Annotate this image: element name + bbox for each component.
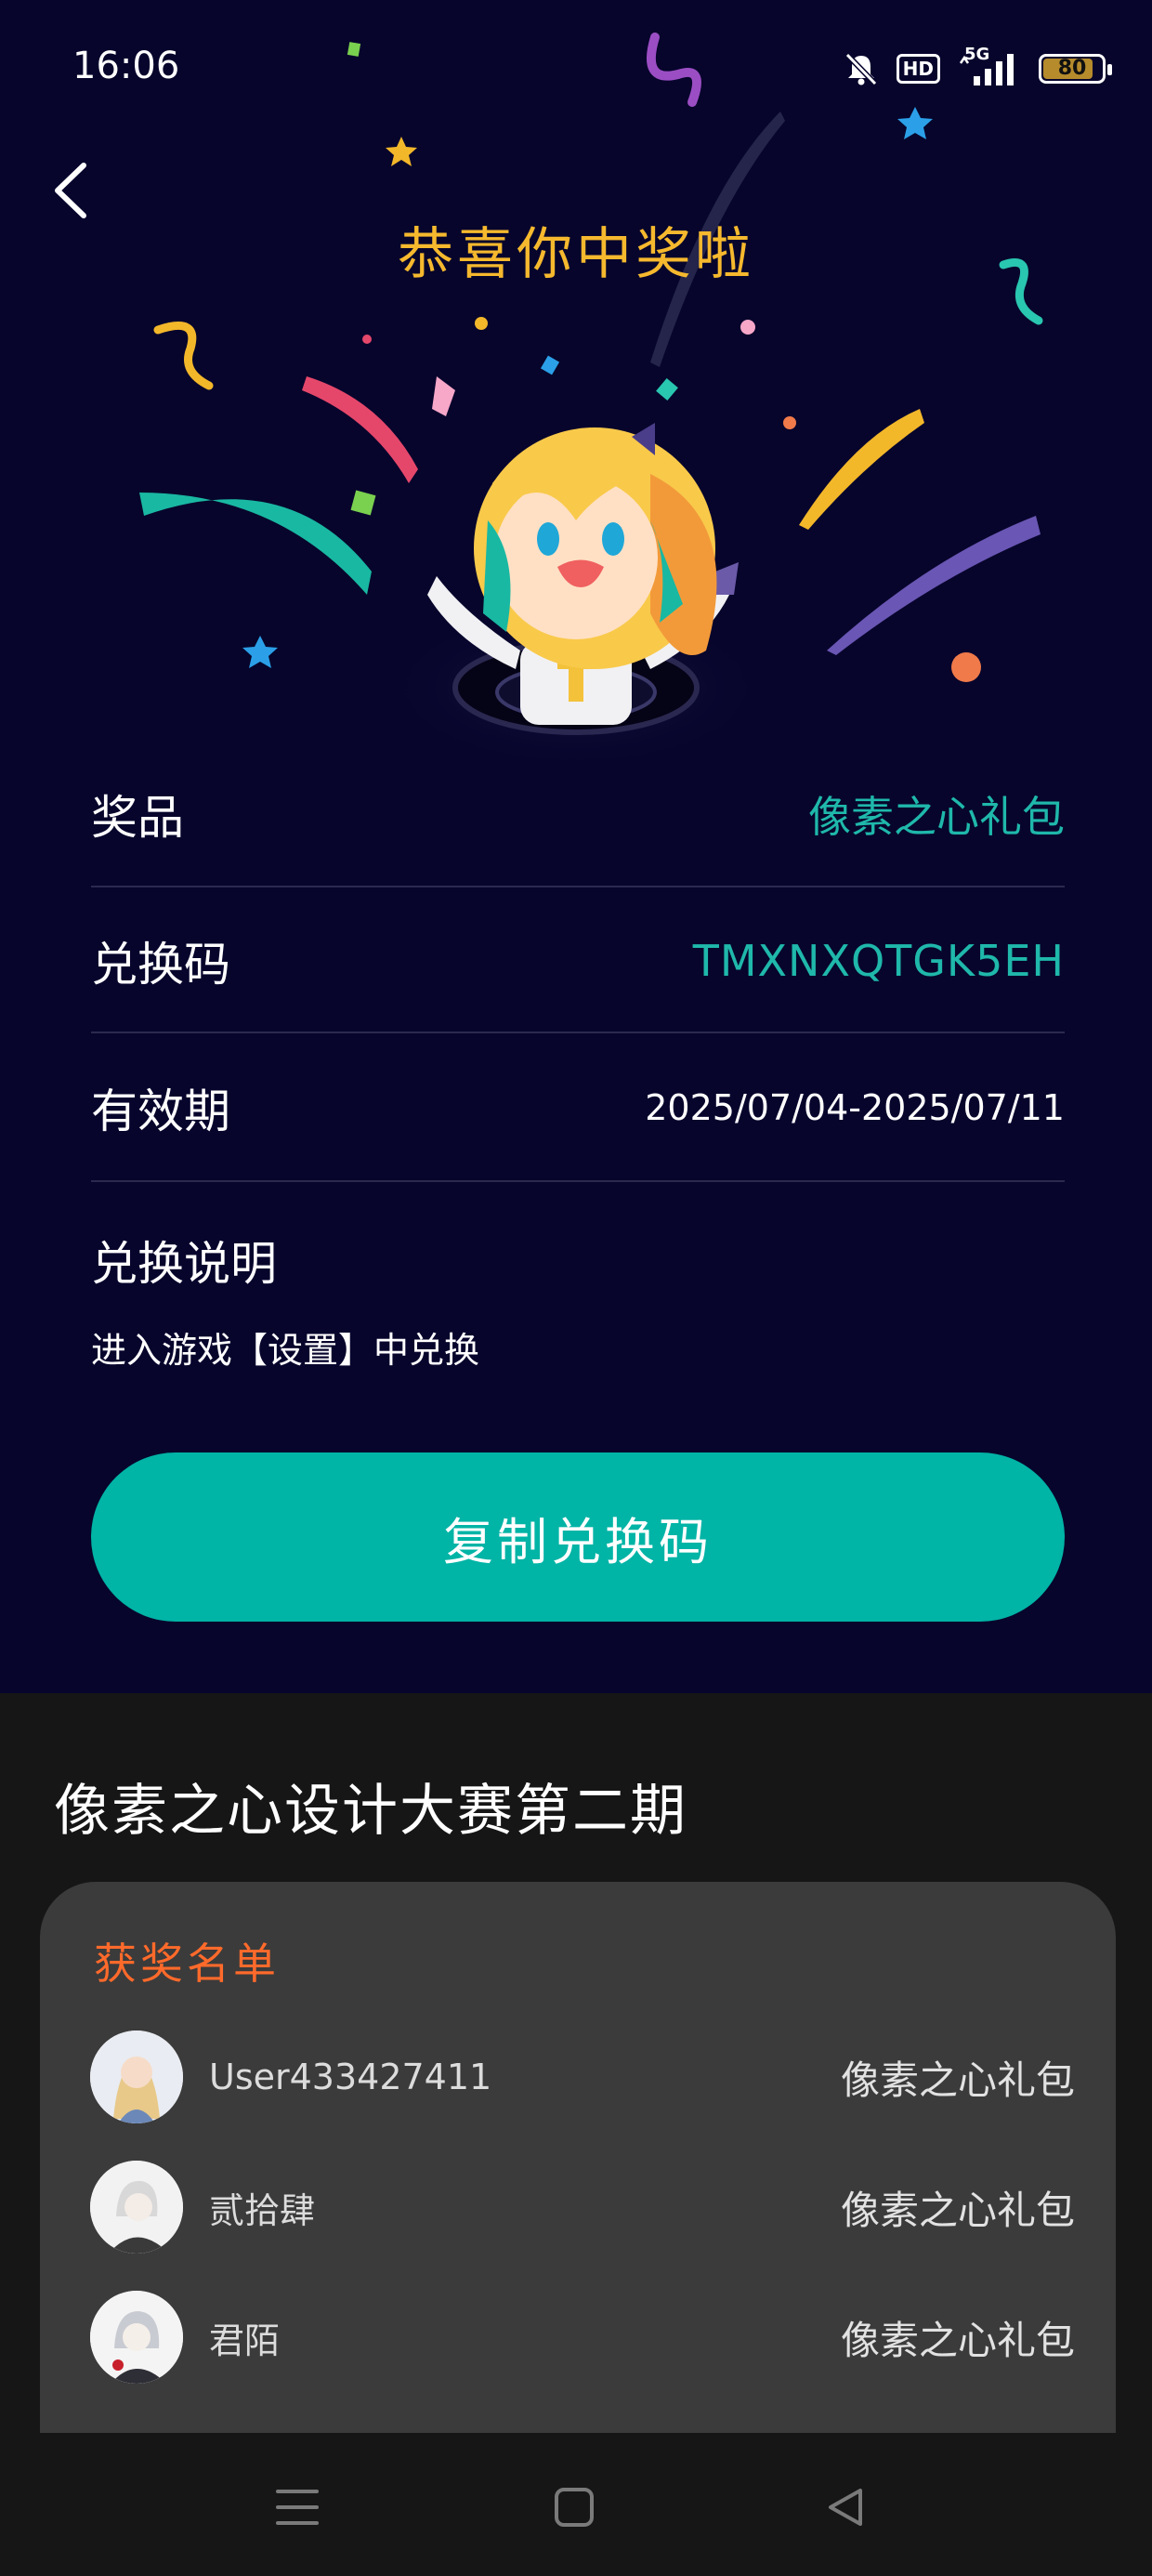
page-title: 恭喜你中奖啦 [398,222,754,287]
prize-value: 像素之心礼包 [808,792,1065,842]
system-nav-bar [0,2433,1152,2576]
winner-name: User433427411 [209,2057,492,2097]
winner-row[interactable]: User433427411 像素之心礼包 [90,2031,1075,2123]
copy-code-button[interactable]: 复制兑换码 [91,1452,1065,1622]
home-square-icon [555,2488,594,2527]
mute-bell-icon [843,50,880,87]
code-row: 兑换码 TMXNXQTGK5EH [91,927,1065,994]
nav-back-button[interactable] [808,2470,883,2544]
signal-5g-icon: 5G [957,45,1022,87]
winner-prize: 像素之心礼包 [840,2057,1075,2103]
event-title: 像素之心设计大赛第二期 [54,1779,687,1844]
avatar[interactable] [90,2291,183,2384]
prize-label: 奖品 [91,791,184,845]
divider [91,886,1065,887]
divider [91,1180,1065,1182]
winners-title: 获奖名单 [94,1939,280,1989]
winner-row[interactable]: 贰拾肆 像素之心礼包 [90,2161,1075,2254]
winner-name: 君陌 [209,2320,281,2361]
winner-row[interactable]: 君陌 像素之心礼包 [90,2291,1075,2384]
instructions-title: 兑换说明 [91,1237,277,1291]
celebration-illustration [139,33,1043,771]
winner-name: 贰拾肆 [209,2189,316,2231]
winner-prize: 像素之心礼包 [840,2187,1075,2233]
avatar[interactable] [90,2161,183,2254]
code-label: 兑换码 [91,938,230,992]
divider [91,1032,1065,1033]
prize-row: 奖品 像素之心礼包 [91,781,1065,848]
back-triangle-icon [829,2489,862,2526]
status-time: 16:06 [72,45,180,87]
avatar[interactable] [90,2031,183,2123]
prize-panel: 16:06 HD 5G 80 恭喜你中奖啦 奖品 像素之心礼包 兑换码 TMXN… [0,0,1152,1693]
code-value[interactable]: TMXNXQTGK5EH [693,936,1065,986]
validity-label: 有效期 [91,1084,230,1138]
validity-value: 2025/07/04-2025/07/11 [645,1087,1065,1128]
menu-button[interactable] [260,2470,334,2544]
menu-icon [276,2490,319,2525]
battery-icon: 80 [1039,54,1112,84]
instructions-text: 进入游戏【设置】中兑换 [91,1330,480,1371]
status-icons: HD 5G 80 [843,45,1112,93]
home-button[interactable] [537,2470,611,2544]
hd-icon: HD [896,54,940,84]
winner-prize: 像素之心礼包 [840,2317,1075,2363]
validity-row: 有效期 2025/07/04-2025/07/11 [91,1074,1065,1141]
network-label: 5G [964,45,990,64]
